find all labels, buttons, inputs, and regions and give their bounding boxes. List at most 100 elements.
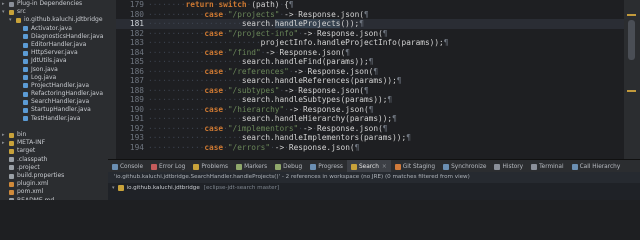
explorer-tree-item[interactable]: ▸ bin: [0, 131, 108, 139]
search-result-label: io.github.kaluchi.jdtbridge: [126, 185, 200, 191]
whitespace-indent: ····················: [148, 95, 242, 104]
explorer-tree-item[interactable]: ▸ META-INF: [0, 139, 108, 147]
chevron-down-icon[interactable]: ▾: [2, 8, 7, 16]
explorer-tree-item[interactable]: target: [0, 147, 108, 155]
code-token: Response.json(: [307, 66, 374, 76]
code-line[interactable]: 193 ····················search.handleImpl…: [116, 133, 624, 143]
code-line[interactable]: 190 ············case·"/hierarchy"·->·Resp…: [116, 105, 624, 115]
chevron-down-icon[interactable]: ▾: [9, 16, 14, 24]
chevron-down-icon[interactable]: ▾: [112, 185, 115, 191]
code-token: switch: [218, 0, 247, 9]
line-number: 189: [129, 95, 144, 104]
explorer-tree-item[interactable]: HttpServer.java: [0, 49, 108, 57]
file-icon: [9, 189, 14, 195]
chevron-right-icon[interactable]: ▸: [2, 0, 7, 8]
code-token: case: [204, 9, 224, 19]
close-icon[interactable]: ×: [382, 164, 387, 170]
code-token: search.handleSubtypes(params));: [241, 95, 388, 104]
occurrence-marker[interactable]: [627, 90, 636, 92]
explorer-tree-item[interactable]: TestHandler.java: [0, 115, 108, 123]
whitespace-indent: ············: [148, 66, 205, 76]
code-line[interactable]: 187 ····················search.handleRefe…: [116, 76, 624, 86]
explorer-tree-item[interactable]: ▾ src: [0, 8, 108, 16]
explorer-tree-item[interactable]: JdtUtils.java: [0, 57, 108, 65]
explorer-tree-item[interactable]: README.md: [0, 197, 108, 200]
line-number: 190: [129, 104, 144, 114]
code-token: case: [204, 66, 224, 76]
code-line[interactable]: 194 ············case·"/errors"·->·Respons…: [116, 143, 624, 153]
explorer-tree-item[interactable]: .classpath: [0, 156, 108, 164]
code-editor[interactable]: 179 ········return·switch·(path)·{¶ 180 ···…: [116, 0, 624, 159]
explorer-tree-item[interactable]: StartupHandler.java: [0, 106, 108, 114]
tab-icon: [275, 163, 282, 170]
search-result-row[interactable]: ▾ io.github.kaluchi.jdtbridge [eclipse-j…: [108, 183, 640, 193]
whitespace-indent: ························: [148, 38, 261, 47]
explorer-item-label: Json.java: [31, 65, 58, 73]
code-line[interactable]: 180 ············case·"/projects"·->·Respo…: [116, 10, 624, 20]
code-line[interactable]: 184 ············case·"/find"·->·Response.…: [116, 48, 624, 58]
explorer-item-label: JdtUtils.java: [31, 57, 67, 65]
explorer-item-label: META-INF: [17, 139, 46, 147]
scrollbar-thumb[interactable]: [628, 20, 635, 60]
code-line[interactable]: 181 ····················search.handleProj…: [116, 19, 624, 29]
line-number: 194: [129, 142, 144, 152]
explorer-item-label: SearchHandler.java: [31, 98, 90, 106]
whitespace-indent: ············: [148, 28, 205, 38]
code-line[interactable]: 189 ····················search.handleSubt…: [116, 95, 624, 105]
code-line[interactable]: 192 ············case·"/implementors"·->·R…: [116, 124, 624, 134]
whitespace-indent: ············: [148, 9, 205, 19]
whitespace-indent: ············: [148, 104, 205, 114]
tab-label: Call Hierarchy: [579, 163, 621, 170]
code-token: search.handleImplementors(params));: [241, 133, 407, 142]
explorer-tree-item[interactable]: ProjectHandler.java: [0, 82, 108, 90]
tab-label: Debug: [283, 163, 303, 170]
file-icon: [23, 75, 28, 81]
explorer-tree-item[interactable]: plugin.xml: [0, 180, 108, 188]
pilcrow-icon: ¶: [363, 85, 369, 95]
editor-scrollbar[interactable]: [624, 0, 640, 159]
explorer-tree-item[interactable]: ▾ io.github.kaluchi.jdtbridge: [0, 16, 108, 24]
code-token: search.: [241, 19, 275, 28]
tab-icon: [151, 163, 158, 170]
pilcrow-icon: ¶: [368, 104, 374, 114]
explorer-item-label: ProjectHandler.java: [31, 81, 90, 89]
code-line[interactable]: 191 ····················search.handleHier…: [116, 114, 624, 124]
whitespace-indent: ····················: [148, 19, 242, 28]
chevron-right-icon[interactable]: ▸: [2, 139, 7, 147]
explorer-tree-item[interactable]: EditorHandler.java: [0, 41, 108, 49]
code-line[interactable]: 182 ············case·"/project-info"·->·R…: [116, 29, 624, 39]
occurrence-marker[interactable]: [627, 14, 636, 16]
file-icon: [9, 140, 14, 146]
package-explorer: ▸ Plug-in Dependencies ▾ src ▾ io.github.kalu…: [0, 0, 109, 200]
whitespace-indent: ····················: [148, 76, 242, 85]
chevron-right-icon[interactable]: ▸: [2, 131, 7, 139]
explorer-item-label: .project: [17, 163, 40, 171]
file-icon: [23, 108, 28, 114]
explorer-item-label: pom.xml: [17, 188, 44, 196]
pilcrow-icon: ¶: [359, 19, 364, 28]
code-token: case: [204, 28, 224, 38]
explorer-tree-item[interactable]: Log.java: [0, 74, 108, 82]
explorer-tree-item[interactable]: Json.java: [0, 66, 108, 74]
explorer-tree-item[interactable]: Activator.java: [0, 25, 108, 33]
code-line[interactable]: 179 ········return·switch·(path)·{¶: [116, 0, 624, 10]
explorer-tree-item[interactable]: build.properties: [0, 172, 108, 180]
explorer-tree-item[interactable]: DiagnosticsHandler.java: [0, 33, 108, 41]
code-line[interactable]: 188 ············case·"/subtypes"·->·Respo…: [116, 86, 624, 96]
tab-label: Console: [120, 163, 144, 170]
explorer-tree-item[interactable]: SearchHandler.java: [0, 98, 108, 106]
explorer-tree-item[interactable]: RefactoringHandler.java: [0, 90, 108, 98]
code-line[interactable]: 186 ············case·"/references"·->·Res…: [116, 67, 624, 77]
tab-icon: [236, 163, 243, 170]
explorer-tree-item[interactable]: .project: [0, 164, 108, 172]
explorer-item-label: EditorHandler.java: [31, 40, 87, 48]
explorer-tree-item[interactable]: [0, 123, 108, 131]
whitespace-indent: ····················: [148, 133, 242, 142]
code-line[interactable]: 185 ····················search.handleFind…: [116, 57, 624, 67]
explorer-tree-item[interactable]: ▸ Plug-in Dependencies: [0, 0, 108, 8]
tab-icon: [112, 163, 118, 170]
code-line[interactable]: 183 ························projectInfo.h…: [116, 38, 624, 48]
tab-label: History: [502, 163, 524, 170]
code-token: "/find": [227, 47, 261, 57]
explorer-tree-item[interactable]: pom.xml: [0, 188, 108, 196]
